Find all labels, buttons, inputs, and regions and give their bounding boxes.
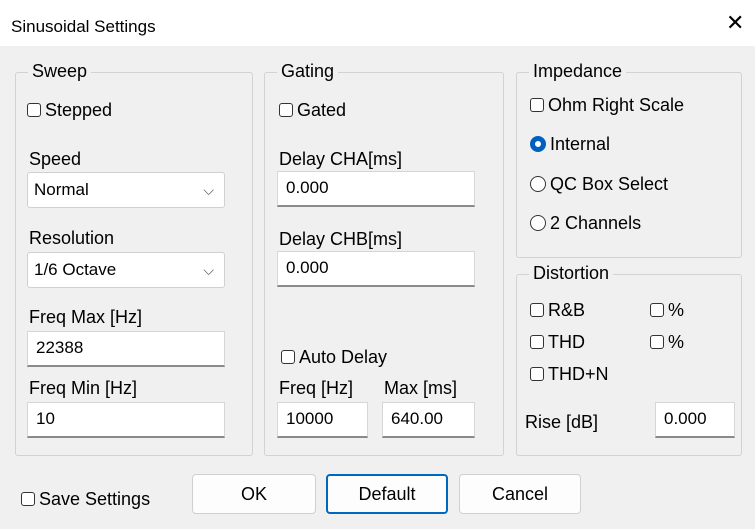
- impedance-legend: Impedance: [529, 61, 627, 81]
- stepped-label: Stepped: [45, 100, 113, 120]
- auto-delay-checkbox-box[interactable]: [281, 350, 295, 364]
- resolution-label: Resolution: [29, 228, 115, 248]
- auto-delay-freq-input[interactable]: 10000: [277, 402, 368, 438]
- ok-button[interactable]: OK: [192, 474, 316, 514]
- stepped-checkbox-box[interactable]: [27, 103, 41, 117]
- save-settings-checkbox[interactable]: Save Settings: [21, 489, 150, 509]
- radio-internal-label: Internal: [550, 134, 611, 154]
- freq-label: Freq [Hz]: [279, 378, 354, 398]
- auto-delay-checkbox[interactable]: Auto Delay: [281, 347, 387, 367]
- cancel-button[interactable]: Cancel: [459, 474, 581, 514]
- thd-checkbox[interactable]: THD: [530, 332, 585, 352]
- delay-chb-input[interactable]: 0.000: [277, 251, 475, 287]
- thdn-checkbox-box[interactable]: [530, 367, 544, 381]
- ohm-right-scale-label: Ohm Right Scale: [548, 95, 685, 115]
- sweep-legend: Sweep: [28, 61, 92, 81]
- save-settings-checkbox-box[interactable]: [21, 492, 35, 506]
- radio-qc-box-select-button[interactable]: [530, 176, 546, 192]
- delay-cha-input[interactable]: 0.000: [277, 171, 475, 207]
- auto-delay-max-input[interactable]: 640.00: [382, 402, 475, 438]
- rb-percent-checkbox[interactable]: %: [650, 300, 684, 320]
- delay-cha-label: Delay CHA[ms]: [279, 149, 403, 169]
- freq-min-input[interactable]: 10: [27, 402, 225, 438]
- radio-qc-box-select-label: QC Box Select: [550, 174, 669, 194]
- max-label: Max [ms]: [384, 378, 458, 398]
- close-icon[interactable]: ✕: [726, 12, 744, 34]
- window-title: Sinusoidal Settings: [11, 17, 156, 36]
- rise-label: Rise [dB]: [525, 412, 599, 432]
- gating-legend: Gating: [277, 61, 339, 81]
- speed-value: Normal: [34, 180, 89, 199]
- rb-checkbox-box[interactable]: [530, 303, 544, 317]
- rb-checkbox[interactable]: R&B: [530, 300, 585, 320]
- rise-input[interactable]: 0.000: [655, 402, 735, 438]
- thd-checkbox-box[interactable]: [530, 335, 544, 349]
- distortion-legend: Distortion: [529, 263, 614, 283]
- ohm-right-scale-checkbox[interactable]: Ohm Right Scale: [530, 95, 684, 115]
- speed-label: Speed: [29, 149, 82, 169]
- thd-label: THD: [548, 332, 585, 352]
- ohm-right-scale-checkbox-box[interactable]: [530, 98, 544, 112]
- gated-checkbox[interactable]: Gated: [279, 100, 346, 120]
- thd-percent-checkbox[interactable]: %: [650, 332, 684, 352]
- freq-min-label: Freq Min [Hz]: [29, 378, 138, 398]
- sinusoidal-settings-dialog: Sinusoidal Settings ✕ Sweep Stepped Spee…: [0, 0, 755, 529]
- delay-chb-label: Delay CHB[ms]: [279, 229, 403, 249]
- chevron-down-icon: ⌵: [203, 262, 214, 278]
- default-button[interactable]: Default: [326, 474, 448, 514]
- gated-label: Gated: [297, 100, 347, 120]
- freq-max-input[interactable]: 22388: [27, 331, 225, 367]
- freq-max-label: Freq Max [Hz]: [29, 307, 143, 327]
- save-settings-label: Save Settings: [39, 489, 151, 509]
- title-bar: Sinusoidal Settings ✕: [0, 0, 755, 46]
- rb-label: R&B: [548, 300, 586, 320]
- gated-checkbox-box[interactable]: [279, 103, 293, 117]
- thd-percent-checkbox-box[interactable]: [650, 335, 664, 349]
- rb-percent-checkbox-box[interactable]: [650, 303, 664, 317]
- rb-percent-label: %: [668, 300, 685, 320]
- chevron-down-icon: ⌵: [203, 182, 214, 198]
- radio-qc-box-select[interactable]: QC Box Select: [530, 174, 668, 194]
- radio-internal[interactable]: Internal: [530, 134, 610, 154]
- thd-percent-label: %: [668, 332, 685, 352]
- stepped-checkbox[interactable]: Stepped: [27, 100, 112, 120]
- resolution-dropdown[interactable]: 1/6 Octave ⌵: [27, 252, 225, 288]
- radio-2-channels-button[interactable]: [530, 215, 546, 231]
- thdn-label: THD+N: [548, 364, 609, 384]
- radio-2-channels-label: 2 Channels: [550, 213, 642, 233]
- auto-delay-label: Auto Delay: [299, 347, 388, 367]
- thdn-checkbox[interactable]: THD+N: [530, 364, 609, 384]
- radio-2-channels[interactable]: 2 Channels: [530, 213, 641, 233]
- resolution-value: 1/6 Octave: [34, 260, 117, 279]
- speed-dropdown[interactable]: Normal ⌵: [27, 172, 225, 208]
- radio-internal-button[interactable]: [530, 136, 546, 152]
